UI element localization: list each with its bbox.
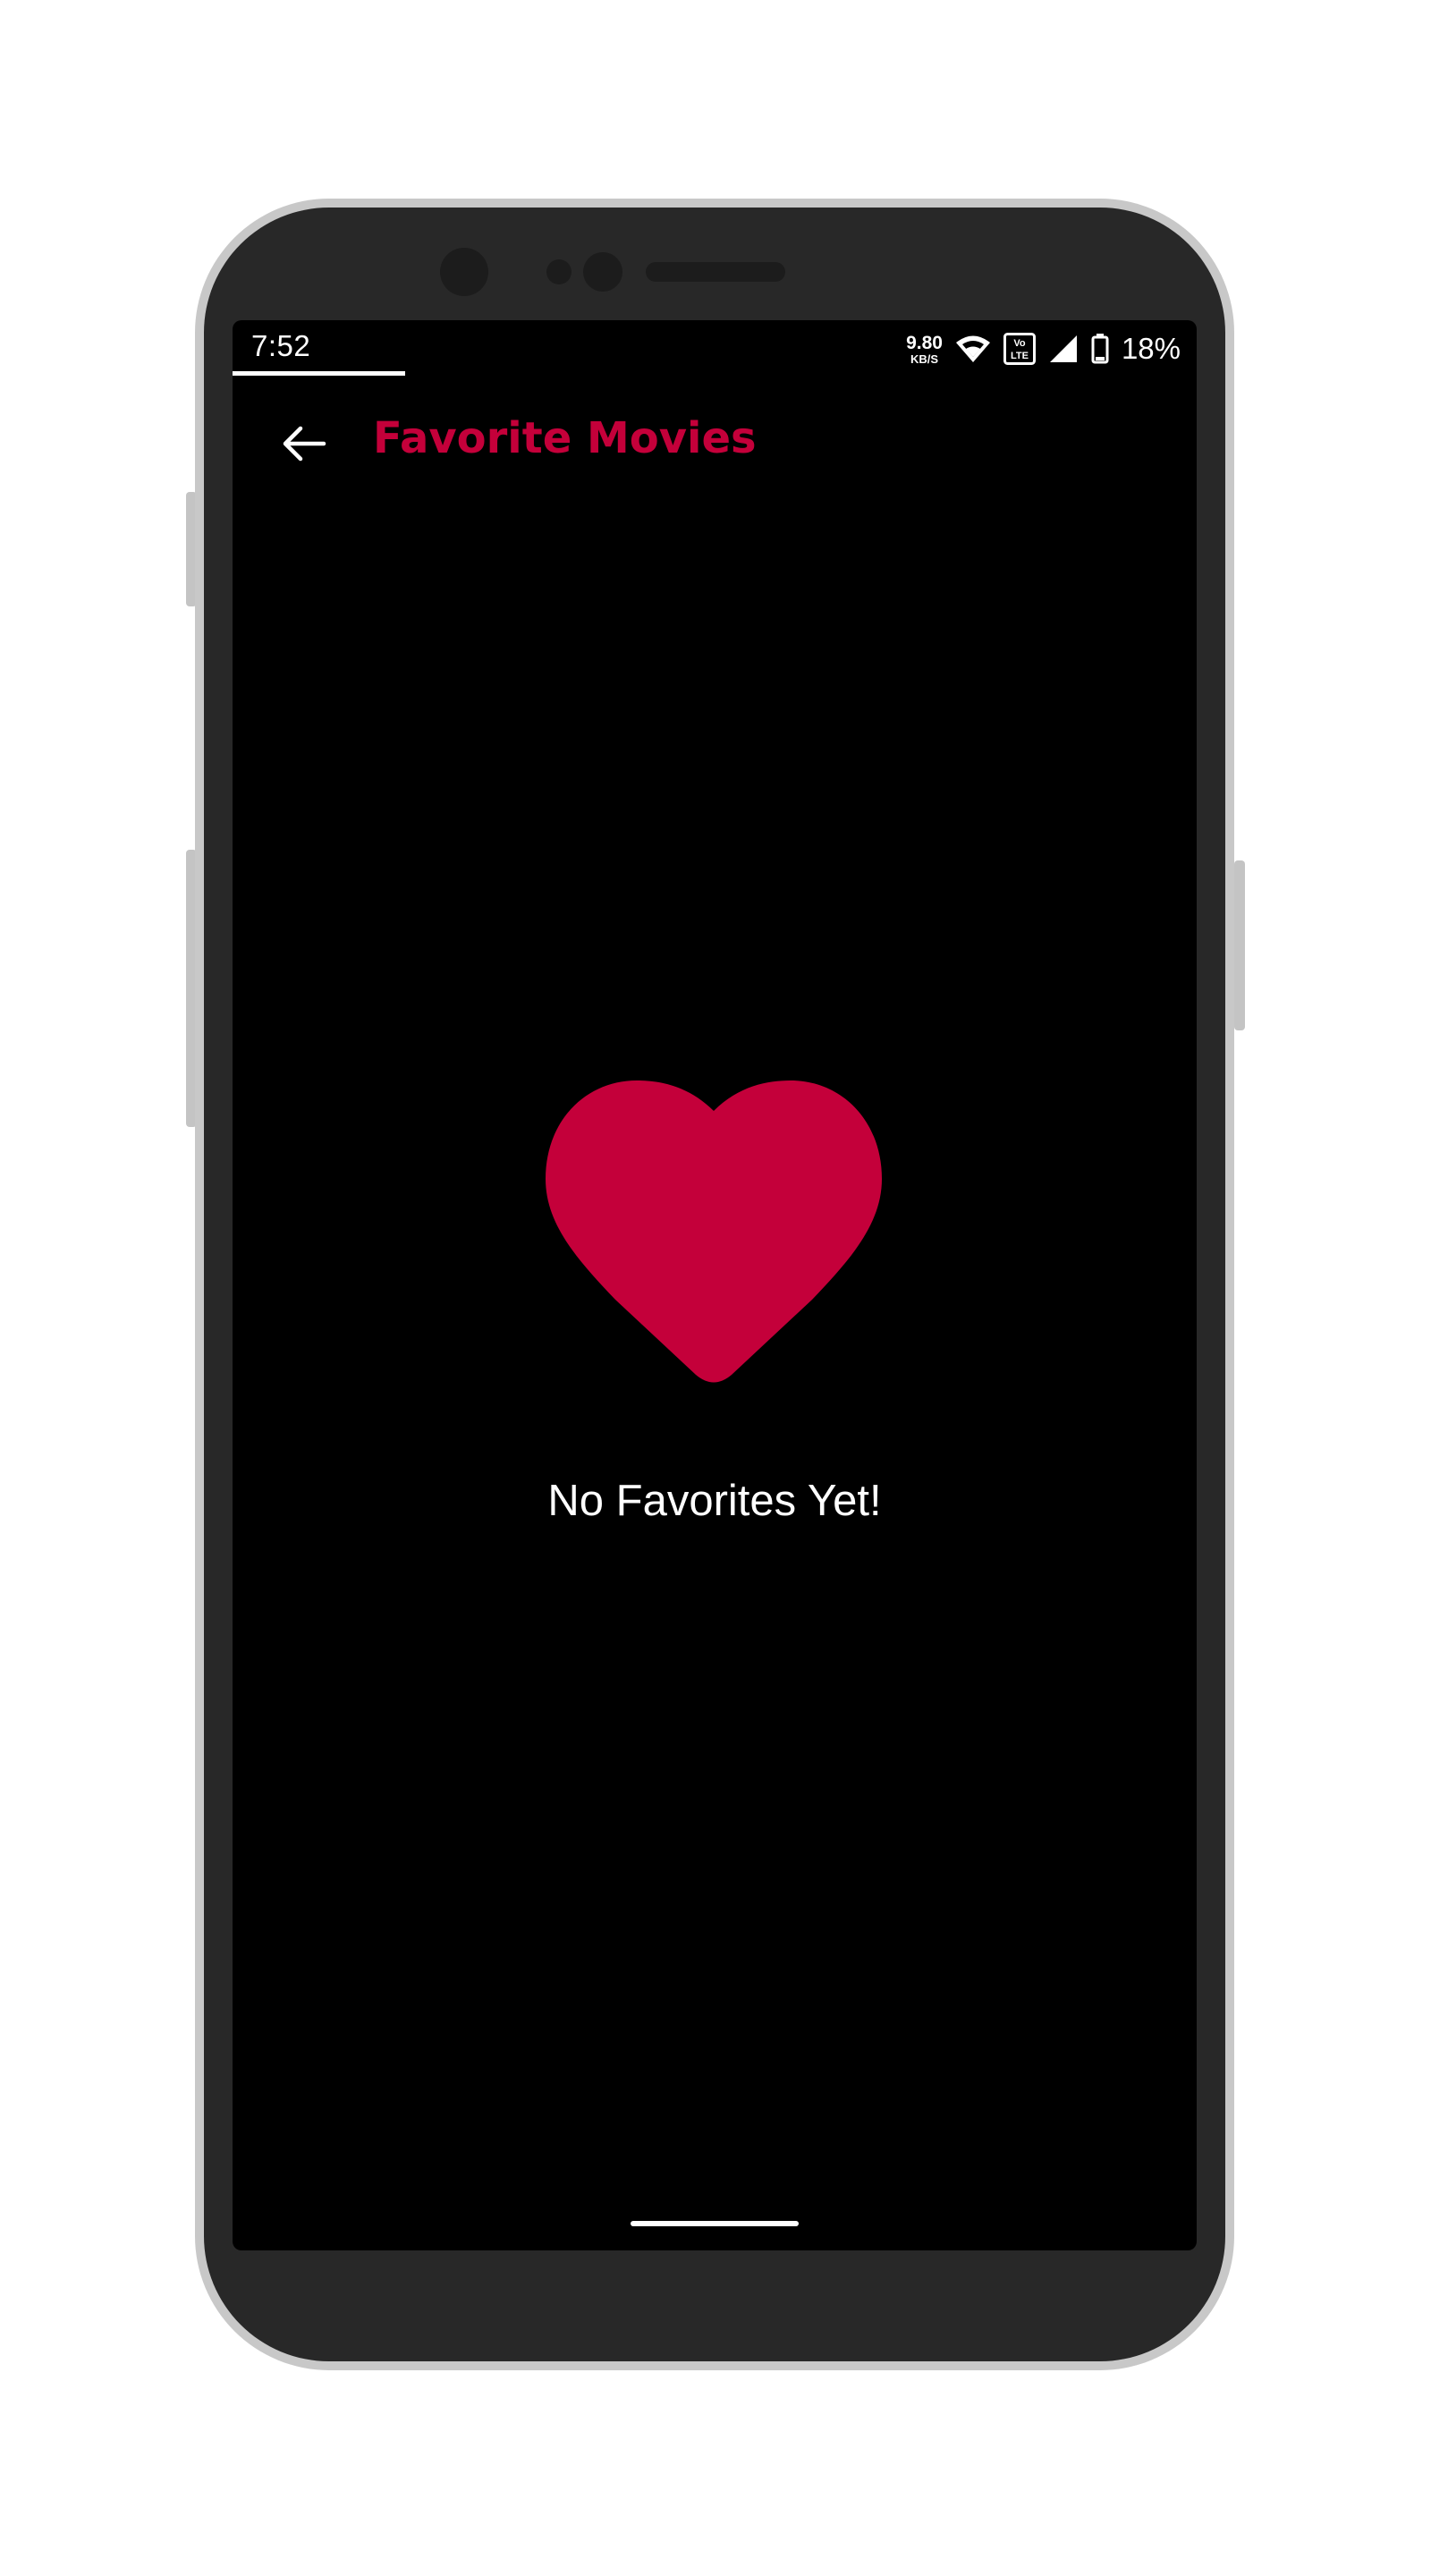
volte-label-top: Vo <box>1013 338 1026 349</box>
empty-state <box>233 1080 1197 1438</box>
phone-screen: 7:52 9.80 KB/S Vo LTE 18% Favorite Movie… <box>233 320 1197 2250</box>
empty-state-message: No Favorites Yet! <box>547 1477 882 1525</box>
ambient-sensor <box>583 252 622 292</box>
heart-icon <box>546 1080 882 1383</box>
status-progress-line <box>233 371 405 376</box>
app-bar: Favorite Movies <box>233 377 1197 512</box>
arrow-left-icon <box>283 426 326 462</box>
network-speed-unit: KB/S <box>910 352 939 366</box>
network-speed: 9.80 KB/S <box>906 334 943 365</box>
proximity-sensor <box>546 259 572 284</box>
network-speed-value: 9.80 <box>906 332 943 353</box>
back-button[interactable] <box>268 408 340 479</box>
battery-percentage: 18% <box>1121 332 1181 365</box>
wifi-icon <box>955 335 990 362</box>
page-title: Favorite Movies <box>373 413 757 463</box>
status-icons: 9.80 KB/S Vo LTE 18% <box>906 329 1181 369</box>
status-bar: 7:52 9.80 KB/S Vo LTE 18% <box>233 320 1197 377</box>
home-gesture-bar[interactable] <box>631 2221 799 2226</box>
volte-icon: Vo LTE <box>1003 333 1036 365</box>
volte-label-bottom: LTE <box>1011 351 1029 361</box>
front-camera <box>440 248 488 296</box>
page: 7:52 9.80 KB/S Vo LTE 18% Favorite Movie… <box>0 0 1431 2576</box>
cell-signal-icon <box>1049 335 1077 362</box>
earpiece-speaker <box>646 262 785 282</box>
status-time: 7:52 <box>251 329 311 362</box>
power-button <box>1234 860 1245 1030</box>
battery-icon <box>1091 334 1109 364</box>
battery-fill <box>1095 357 1105 360</box>
